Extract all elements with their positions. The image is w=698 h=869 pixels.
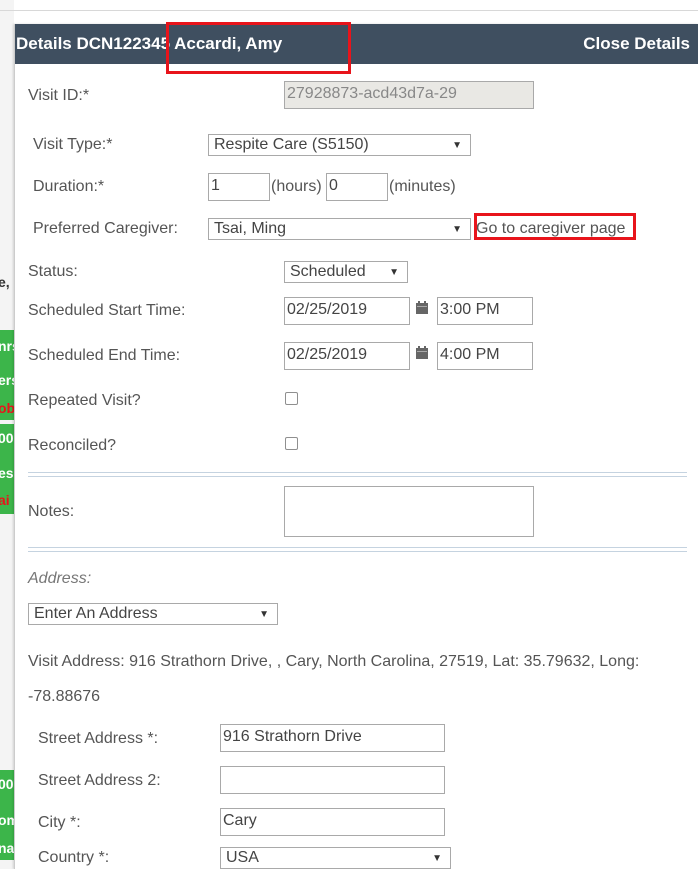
preferred-caregiver-value: Tsai, Ming — [214, 220, 287, 237]
reconciled-label: Reconciled? — [28, 437, 117, 454]
country-value: USA — [226, 849, 259, 866]
section-divider — [28, 472, 687, 477]
background-divider — [0, 10, 698, 11]
background-cell: om — [0, 812, 14, 828]
reconciled-checkbox[interactable] — [285, 437, 298, 450]
background-cell: 00 — [0, 776, 14, 792]
street-address-2-label: Street Address 2: — [38, 772, 161, 789]
status-select[interactable]: Scheduled ▼ — [284, 261, 408, 283]
close-details-button[interactable]: Close Details — [583, 34, 690, 54]
background-cell: esp — [0, 465, 14, 481]
dropdown-arrow-icon: ▼ — [432, 853, 442, 864]
minutes-unit-label: (minutes) — [389, 178, 456, 195]
visit-address-text: Visit Address: 916 Strathorn Drive, , Ca… — [28, 653, 640, 670]
repeated-visit-checkbox[interactable] — [285, 392, 298, 405]
background-cell: e, — [0, 274, 10, 290]
status-label: Status: — [28, 263, 78, 280]
notes-label: Notes: — [28, 503, 75, 520]
city-input[interactable]: Cary — [220, 808, 445, 836]
scheduled-start-time-input[interactable]: 3:00 PM — [437, 297, 533, 325]
dropdown-arrow-icon: ▼ — [452, 140, 462, 151]
duration-label: Duration:* — [33, 178, 105, 195]
street-address-label: Street Address *: — [38, 730, 159, 747]
calendar-icon[interactable] — [415, 346, 429, 360]
street-address-input[interactable]: 916 Strathorn Drive — [220, 724, 445, 752]
address-label: Address: — [28, 570, 92, 587]
country-label: Country *: — [38, 849, 110, 866]
scheduled-end-time-input[interactable]: 4:00 PM — [437, 342, 533, 370]
background-cell: nrs — [0, 338, 14, 354]
duration-hours-input[interactable]: 1 — [208, 173, 270, 201]
visit-type-value: Respite Care (S5150) — [214, 136, 369, 153]
enter-address-select[interactable]: Enter An Address ▼ — [28, 603, 278, 625]
details-panel: Details DCN122345 Accardi, Amy Close Det… — [14, 22, 698, 869]
visit-id-field[interactable]: 27928873-acd43d7a-29 — [284, 81, 534, 109]
background-cell: ob — [0, 400, 14, 416]
dropdown-arrow-icon: ▼ — [452, 224, 462, 235]
dropdown-arrow-icon: ▼ — [259, 609, 269, 620]
scheduled-end-label: Scheduled End Time: — [28, 347, 181, 364]
hours-unit-label: (hours) — [271, 178, 322, 195]
preferred-caregiver-select[interactable]: Tsai, Ming ▼ — [208, 218, 471, 240]
repeated-visit-label: Repeated Visit? — [28, 392, 141, 409]
country-select[interactable]: USA ▼ — [220, 847, 451, 869]
city-label: City *: — [38, 814, 81, 831]
visit-address-text-continued: -78.88676 — [28, 688, 101, 705]
background-cell: ai — [0, 492, 10, 508]
calendar-icon[interactable] — [415, 301, 429, 315]
caregiver-link-highlight-box — [474, 213, 636, 240]
notes-textarea[interactable] — [284, 486, 534, 537]
details-header: Details DCN122345 Accardi, Amy Close Det… — [15, 24, 698, 64]
dropdown-arrow-icon: ▼ — [389, 267, 399, 278]
enter-address-value: Enter An Address — [34, 605, 158, 622]
background-cell: 00 — [0, 430, 14, 446]
visit-id-label: Visit ID:* — [28, 87, 90, 104]
visit-type-select[interactable]: Respite Care (S5150) ▼ — [208, 134, 471, 156]
scheduled-start-label: Scheduled Start Time: — [28, 302, 186, 319]
background-cell: ers — [0, 372, 14, 388]
title-highlight-box — [166, 22, 351, 74]
visit-type-label: Visit Type:* — [33, 136, 113, 153]
scheduled-end-date-input[interactable]: 02/25/2019 — [284, 342, 410, 370]
status-value: Scheduled — [290, 263, 366, 280]
section-divider — [28, 547, 687, 552]
duration-minutes-input[interactable]: 0 — [326, 173, 388, 201]
street-address-2-input[interactable] — [220, 766, 445, 794]
preferred-caregiver-label: Preferred Caregiver: — [33, 220, 178, 237]
background-cell: na — [0, 840, 14, 856]
scheduled-start-date-input[interactable]: 02/25/2019 — [284, 297, 410, 325]
